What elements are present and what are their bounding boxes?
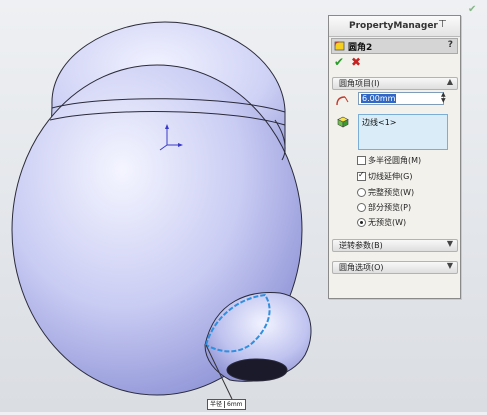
group-fillet-items-label: 圆角项目(I) bbox=[339, 79, 380, 88]
dimension-value[interactable]: 6mm bbox=[224, 401, 245, 408]
property-manager-panel: PropertyManager ⊤ 圆角2 ? ✔ ✖ 圆角项目(I) ▲ 6.… bbox=[328, 15, 461, 299]
group-fillet-items[interactable]: 圆角项目(I) ▲ bbox=[332, 77, 458, 90]
edge-list-item[interactable]: 边线<1> bbox=[362, 117, 397, 128]
option-label: 完整预览(W) bbox=[368, 188, 415, 197]
confirmation-corner-icon[interactable]: ✔ bbox=[468, 4, 476, 15]
group-setback-label: 逆转参数(B) bbox=[339, 241, 383, 250]
edge-select-icon bbox=[337, 116, 349, 128]
group-fillet-options-label: 圆角选项(O) bbox=[339, 263, 384, 272]
property-manager-title: PropertyManager bbox=[349, 21, 438, 31]
feature-title-bar: 圆角2 ? bbox=[331, 38, 458, 54]
dimension-label: 半径 bbox=[210, 401, 223, 408]
dimension-callout[interactable]: 半径 6mm bbox=[207, 399, 246, 410]
radius-value: 6.00mm bbox=[361, 94, 397, 103]
collapse-chevron-icon[interactable]: ▲ bbox=[447, 77, 453, 86]
checkbox[interactable] bbox=[357, 156, 366, 165]
expand-chevron-icon[interactable]: ▼ bbox=[447, 239, 453, 248]
property-manager-header: PropertyManager ⊤ bbox=[329, 16, 460, 37]
option-label: 多半径圆角(M) bbox=[368, 156, 422, 165]
fillet-feature-icon bbox=[334, 41, 345, 51]
pin-icon[interactable]: ⊤ bbox=[438, 19, 447, 30]
group-setback[interactable]: 逆转参数(B) ▼ bbox=[332, 239, 458, 252]
radius-spinner[interactable]: ▲ ▼ bbox=[441, 92, 449, 105]
option-label: 切线延伸(G) bbox=[368, 172, 413, 181]
expand-chevron-icon[interactable]: ▼ bbox=[447, 261, 453, 270]
radius-input[interactable]: 6.00mm bbox=[358, 92, 444, 105]
radio-button[interactable] bbox=[357, 188, 366, 197]
feature-name: 圆角2 bbox=[348, 43, 373, 53]
bulb-opening bbox=[226, 358, 288, 382]
radius-icon bbox=[336, 96, 349, 106]
group-fillet-options[interactable]: 圆角选项(O) ▼ bbox=[332, 261, 458, 274]
cancel-button[interactable]: ✖ bbox=[351, 55, 361, 69]
option-label: 部分预览(P) bbox=[368, 203, 412, 212]
edge-selection-list[interactable]: 边线<1> bbox=[358, 114, 448, 150]
checkbox[interactable] bbox=[357, 170, 366, 181]
radio-button[interactable] bbox=[357, 203, 366, 212]
ok-button[interactable]: ✔ bbox=[334, 55, 344, 69]
option-label: 无预览(W) bbox=[368, 218, 407, 227]
radio-button[interactable] bbox=[357, 218, 366, 227]
help-button[interactable]: ? bbox=[448, 40, 453, 50]
